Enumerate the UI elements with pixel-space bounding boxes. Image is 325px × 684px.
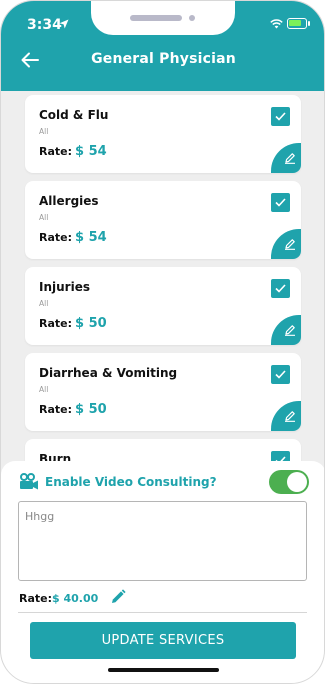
video-rate-value: $ 40.00	[52, 592, 99, 605]
divider	[18, 612, 307, 613]
pencil-icon	[285, 239, 295, 250]
app-header: 3:34 General Physician	[1, 1, 324, 91]
service-category: All	[39, 299, 49, 308]
status-time: 3:34	[27, 17, 62, 33]
service-card-allergies[interactable]: Allergies All Rate: $ 54	[25, 181, 301, 259]
check-icon	[275, 284, 286, 293]
pencil-icon	[285, 153, 295, 164]
check-icon	[275, 370, 286, 379]
video-camera-icon	[20, 473, 38, 490]
service-rate-label: Rate:	[39, 317, 73, 330]
pencil-icon[interactable]	[110, 589, 126, 605]
home-indicator	[108, 668, 219, 672]
service-rate: Rate: $ 50	[39, 402, 107, 417]
service-rate: Rate: $ 50	[39, 316, 107, 331]
service-name: Diarrhea & Vomiting	[39, 366, 178, 380]
page-title: General Physician	[91, 51, 236, 67]
wifi-icon	[270, 19, 283, 29]
video-consulting-label: Enable Video Consulting?	[45, 475, 217, 489]
service-rate-value: $ 50	[75, 316, 107, 331]
consulting-notes-input[interactable]: Hhgg	[18, 501, 307, 581]
battery-cap	[308, 21, 310, 26]
service-rate: Rate: $ 54	[39, 230, 107, 245]
video-rate-label: Rate:	[19, 592, 53, 605]
service-checkbox[interactable]	[271, 107, 290, 126]
check-icon	[275, 112, 286, 121]
update-services-button[interactable]: UPDATE SERVICES	[30, 622, 296, 659]
service-checkbox[interactable]	[271, 279, 290, 298]
service-category: All	[39, 213, 49, 222]
battery-level	[289, 20, 301, 26]
service-name: Injuries	[39, 280, 90, 294]
phone-frame: 3:34 General Physician Cold & Flu All Ra…	[0, 0, 325, 684]
pencil-icon	[285, 411, 295, 422]
toggle-knob	[287, 472, 307, 492]
services-list[interactable]: Cold & Flu All Rate: $ 54 Allergies All R…	[1, 91, 324, 461]
service-card-cold-flu[interactable]: Cold & Flu All Rate: $ 54	[25, 95, 301, 173]
service-card-diarrhea-vomiting[interactable]: Diarrhea & Vomiting All Rate: $ 50	[25, 353, 301, 431]
service-checkbox[interactable]	[271, 365, 290, 384]
service-name: Cold & Flu	[39, 108, 109, 122]
service-name: Allergies	[39, 194, 99, 208]
front-camera	[189, 15, 195, 21]
edit-service-button[interactable]	[271, 143, 301, 173]
speaker	[130, 15, 182, 21]
service-rate-label: Rate:	[39, 231, 73, 244]
video-consulting-toggle[interactable]	[269, 470, 309, 494]
service-checkbox[interactable]	[271, 451, 290, 461]
service-rate: Rate: $ 54	[39, 144, 107, 159]
service-category: All	[39, 127, 49, 136]
service-card-injuries[interactable]: Injuries All Rate: $ 50	[25, 267, 301, 345]
check-icon	[275, 198, 286, 207]
service-rate-value: $ 54	[75, 230, 107, 245]
location-arrow-icon	[59, 19, 69, 29]
video-consulting-panel: Enable Video Consulting? Hhgg Rate: $ 40…	[1, 461, 324, 683]
service-name: Burn	[39, 452, 72, 461]
edit-service-button[interactable]	[271, 229, 301, 259]
edit-service-button[interactable]	[271, 315, 301, 345]
service-card-burn[interactable]: Burn	[25, 439, 301, 461]
service-checkbox[interactable]	[271, 193, 290, 212]
service-category: All	[39, 385, 49, 394]
edit-service-button[interactable]	[271, 401, 301, 431]
service-rate-value: $ 50	[75, 402, 107, 417]
battery-icon	[287, 18, 307, 29]
service-rate-value: $ 54	[75, 144, 107, 159]
service-rate-label: Rate:	[39, 403, 73, 416]
pencil-icon	[285, 325, 295, 336]
service-rate-label: Rate:	[39, 145, 73, 158]
